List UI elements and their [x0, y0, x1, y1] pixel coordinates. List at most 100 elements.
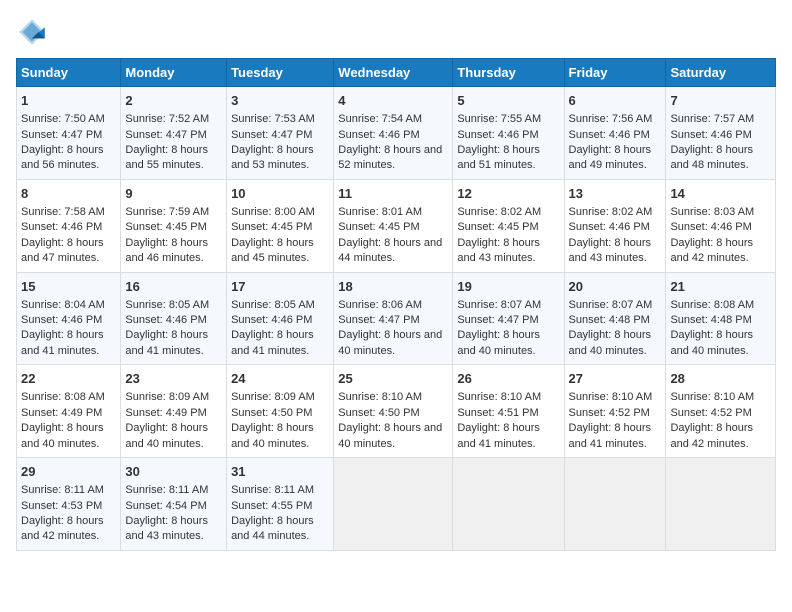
sunrise-text: Sunrise: 7:58 AM: [21, 206, 105, 218]
calendar-cell: 10Sunrise: 8:00 AMSunset: 4:45 PMDayligh…: [227, 179, 334, 272]
daylight-text: Daylight: 8 hours and 40 minutes.: [338, 422, 442, 449]
sunset-text: Sunset: 4:51 PM: [457, 407, 538, 419]
day-number: 29: [21, 463, 116, 481]
col-header-sunday: Sunday: [17, 59, 121, 87]
calendar-cell: 29Sunrise: 8:11 AMSunset: 4:53 PMDayligh…: [17, 458, 121, 551]
week-row-5: 29Sunrise: 8:11 AMSunset: 4:53 PMDayligh…: [17, 458, 776, 551]
daylight-text: Daylight: 8 hours and 43 minutes.: [457, 237, 540, 264]
day-number: 1: [21, 92, 116, 110]
daylight-text: Daylight: 8 hours and 41 minutes.: [569, 422, 652, 449]
daylight-text: Daylight: 8 hours and 40 minutes.: [125, 422, 208, 449]
sunset-text: Sunset: 4:47 PM: [231, 129, 312, 141]
day-number: 28: [670, 370, 771, 388]
day-number: 18: [338, 278, 448, 296]
calendar-cell: 5Sunrise: 7:55 AMSunset: 4:46 PMDaylight…: [453, 87, 564, 180]
daylight-text: Daylight: 8 hours and 49 minutes.: [569, 144, 652, 171]
daylight-text: Daylight: 8 hours and 40 minutes.: [338, 329, 442, 356]
sunrise-text: Sunrise: 8:07 AM: [569, 299, 653, 311]
sunset-text: Sunset: 4:46 PM: [338, 129, 419, 141]
calendar-cell: 19Sunrise: 8:07 AMSunset: 4:47 PMDayligh…: [453, 272, 564, 365]
day-number: 9: [125, 185, 222, 203]
calendar-cell: 28Sunrise: 8:10 AMSunset: 4:52 PMDayligh…: [666, 365, 776, 458]
week-row-1: 1Sunrise: 7:50 AMSunset: 4:47 PMDaylight…: [17, 87, 776, 180]
calendar-cell: [666, 458, 776, 551]
sunset-text: Sunset: 4:45 PM: [125, 221, 206, 233]
daylight-text: Daylight: 8 hours and 41 minutes.: [125, 329, 208, 356]
sunrise-text: Sunrise: 8:06 AM: [338, 299, 422, 311]
daylight-text: Daylight: 8 hours and 40 minutes.: [670, 329, 753, 356]
daylight-text: Daylight: 8 hours and 44 minutes.: [338, 237, 442, 264]
sunset-text: Sunset: 4:54 PM: [125, 500, 206, 512]
sunset-text: Sunset: 4:55 PM: [231, 500, 312, 512]
calendar-cell: 17Sunrise: 8:05 AMSunset: 4:46 PMDayligh…: [227, 272, 334, 365]
col-header-friday: Friday: [564, 59, 666, 87]
sunset-text: Sunset: 4:52 PM: [569, 407, 650, 419]
day-number: 20: [569, 278, 662, 296]
daylight-text: Daylight: 8 hours and 56 minutes.: [21, 144, 104, 171]
week-row-4: 22Sunrise: 8:08 AMSunset: 4:49 PMDayligh…: [17, 365, 776, 458]
day-number: 22: [21, 370, 116, 388]
calendar-cell: 1Sunrise: 7:50 AMSunset: 4:47 PMDaylight…: [17, 87, 121, 180]
sunset-text: Sunset: 4:47 PM: [21, 129, 102, 141]
sunrise-text: Sunrise: 8:09 AM: [125, 391, 209, 403]
day-number: 8: [21, 185, 116, 203]
calendar-cell: [453, 458, 564, 551]
sunset-text: Sunset: 4:53 PM: [21, 500, 102, 512]
logo: [16, 16, 52, 48]
sunset-text: Sunset: 4:48 PM: [670, 314, 751, 326]
col-header-saturday: Saturday: [666, 59, 776, 87]
calendar-cell: 2Sunrise: 7:52 AMSunset: 4:47 PMDaylight…: [121, 87, 227, 180]
calendar-cell: 6Sunrise: 7:56 AMSunset: 4:46 PMDaylight…: [564, 87, 666, 180]
calendar-cell: 7Sunrise: 7:57 AMSunset: 4:46 PMDaylight…: [666, 87, 776, 180]
sunrise-text: Sunrise: 8:11 AM: [125, 484, 208, 496]
sunrise-text: Sunrise: 8:11 AM: [21, 484, 104, 496]
calendar-cell: [564, 458, 666, 551]
day-number: 15: [21, 278, 116, 296]
day-number: 3: [231, 92, 329, 110]
sunrise-text: Sunrise: 8:09 AM: [231, 391, 315, 403]
sunrise-text: Sunrise: 7:55 AM: [457, 113, 541, 125]
daylight-text: Daylight: 8 hours and 40 minutes.: [231, 422, 314, 449]
sunset-text: Sunset: 4:46 PM: [670, 129, 751, 141]
sunset-text: Sunset: 4:46 PM: [569, 221, 650, 233]
sunset-text: Sunset: 4:52 PM: [670, 407, 751, 419]
calendar-cell: 11Sunrise: 8:01 AMSunset: 4:45 PMDayligh…: [334, 179, 453, 272]
day-number: 24: [231, 370, 329, 388]
day-number: 30: [125, 463, 222, 481]
calendar-cell: 14Sunrise: 8:03 AMSunset: 4:46 PMDayligh…: [666, 179, 776, 272]
calendar-cell: 21Sunrise: 8:08 AMSunset: 4:48 PMDayligh…: [666, 272, 776, 365]
sunrise-text: Sunrise: 7:57 AM: [670, 113, 754, 125]
calendar-cell: 31Sunrise: 8:11 AMSunset: 4:55 PMDayligh…: [227, 458, 334, 551]
day-number: 14: [670, 185, 771, 203]
calendar-cell: 3Sunrise: 7:53 AMSunset: 4:47 PMDaylight…: [227, 87, 334, 180]
calendar-cell: 20Sunrise: 8:07 AMSunset: 4:48 PMDayligh…: [564, 272, 666, 365]
sunrise-text: Sunrise: 8:04 AM: [21, 299, 105, 311]
sunset-text: Sunset: 4:46 PM: [670, 221, 751, 233]
day-number: 26: [457, 370, 559, 388]
day-number: 5: [457, 92, 559, 110]
sunset-text: Sunset: 4:45 PM: [338, 221, 419, 233]
sunrise-text: Sunrise: 8:10 AM: [457, 391, 541, 403]
daylight-text: Daylight: 8 hours and 41 minutes.: [457, 422, 540, 449]
day-number: 11: [338, 185, 448, 203]
daylight-text: Daylight: 8 hours and 55 minutes.: [125, 144, 208, 171]
calendar-cell: 18Sunrise: 8:06 AMSunset: 4:47 PMDayligh…: [334, 272, 453, 365]
days-header-row: SundayMondayTuesdayWednesdayThursdayFrid…: [17, 59, 776, 87]
day-number: 2: [125, 92, 222, 110]
calendar-cell: 25Sunrise: 8:10 AMSunset: 4:50 PMDayligh…: [334, 365, 453, 458]
calendar-cell: 8Sunrise: 7:58 AMSunset: 4:46 PMDaylight…: [17, 179, 121, 272]
day-number: 6: [569, 92, 662, 110]
daylight-text: Daylight: 8 hours and 41 minutes.: [21, 329, 104, 356]
sunset-text: Sunset: 4:46 PM: [21, 314, 102, 326]
sunrise-text: Sunrise: 8:10 AM: [569, 391, 653, 403]
calendar-cell: 4Sunrise: 7:54 AMSunset: 4:46 PMDaylight…: [334, 87, 453, 180]
sunset-text: Sunset: 4:47 PM: [125, 129, 206, 141]
calendar-cell: 30Sunrise: 8:11 AMSunset: 4:54 PMDayligh…: [121, 458, 227, 551]
day-number: 23: [125, 370, 222, 388]
sunrise-text: Sunrise: 8:00 AM: [231, 206, 315, 218]
logo-icon: [16, 16, 48, 48]
sunrise-text: Sunrise: 7:54 AM: [338, 113, 422, 125]
sunset-text: Sunset: 4:46 PM: [125, 314, 206, 326]
day-number: 10: [231, 185, 329, 203]
daylight-text: Daylight: 8 hours and 47 minutes.: [21, 237, 104, 264]
